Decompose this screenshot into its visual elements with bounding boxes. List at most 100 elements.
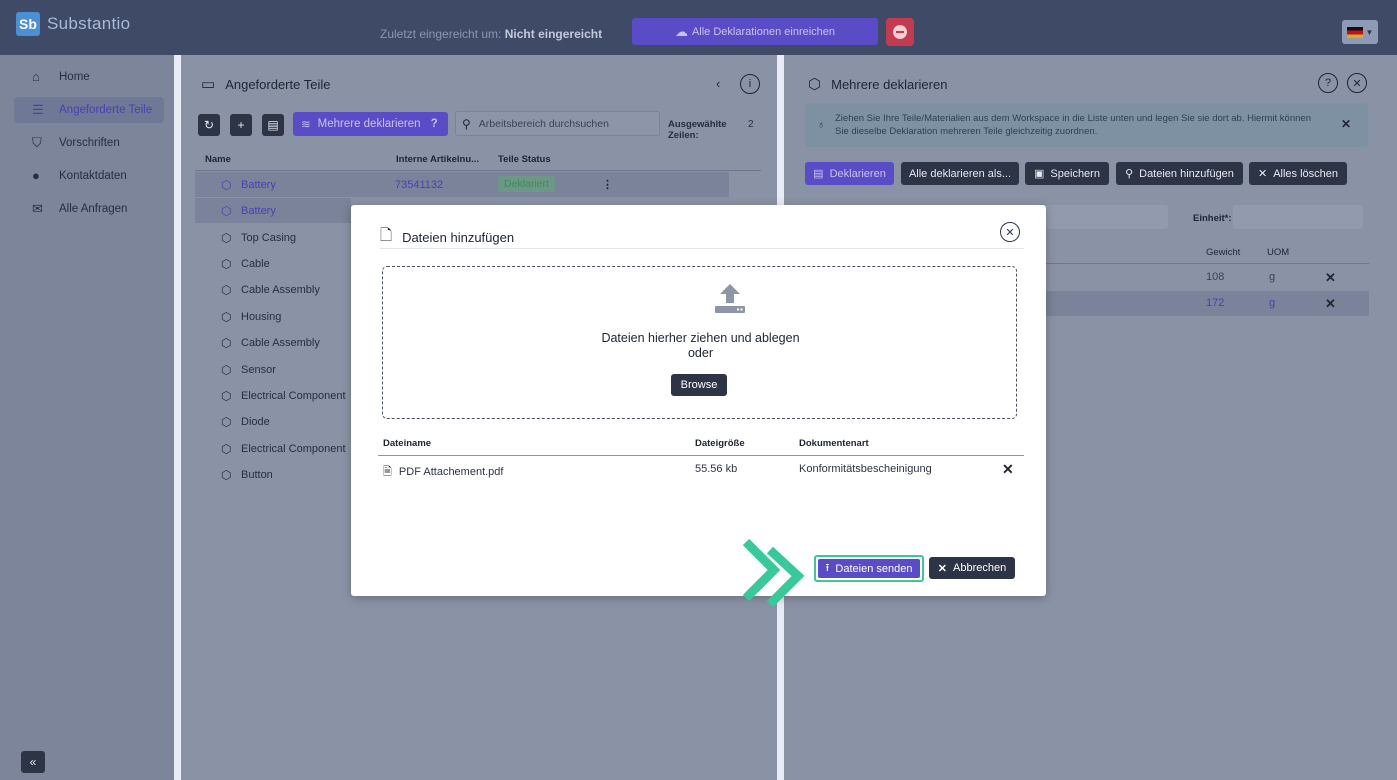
column-header-weight[interactable]: Gewicht	[1206, 247, 1240, 258]
declare-all-as-button[interactable]: Alle deklarieren als...	[901, 162, 1019, 185]
table-row[interactable]: ⬡ Sensor	[195, 357, 351, 382]
cube-icon: ⬡	[221, 467, 232, 482]
sidebar-item-requested-parts[interactable]: ☰ Angeforderte Teile	[14, 97, 164, 123]
contacts-icon: ●	[32, 168, 40, 183]
table-row[interactable]: ⬡ Diode	[195, 409, 351, 434]
add-files-button[interactable]: ⚲ Dateien hinzufügen	[1116, 162, 1243, 185]
uom-value: g	[1269, 297, 1276, 309]
declare-button[interactable]: ▤ Deklarieren	[805, 162, 894, 185]
cancel-submission-button[interactable]	[886, 18, 914, 46]
app-logo[interactable]: Sb Substantio	[16, 12, 130, 36]
cancel-button[interactable]: ✕ Abbrechen	[929, 557, 1015, 579]
help-icon[interactable]: ?	[1318, 73, 1338, 93]
document-button[interactable]: ▤	[262, 114, 284, 136]
help-icon[interactable]: ?	[431, 118, 438, 130]
close-icon[interactable]: ✕	[1341, 117, 1351, 131]
sidebar-item-regulations[interactable]: ⛉ Vorschriften	[14, 130, 164, 156]
table-row[interactable]: ⬡ Button	[195, 462, 351, 487]
part-name: Cable	[241, 257, 270, 270]
language-selector[interactable]: ▼	[1342, 20, 1378, 44]
sidebar-item-label: Kontaktdaten	[59, 170, 127, 182]
table-row[interactable]: ⬡ Electrical Component	[195, 383, 351, 408]
top-bar: Sb Substantio Zuletzt eingereicht um: Ni…	[0, 0, 1397, 55]
pdf-file-icon: 🗎	[383, 466, 392, 478]
paperclip-icon: ⚲	[1125, 168, 1134, 180]
browse-button[interactable]: Browse	[671, 374, 727, 396]
drop-or-text: oder	[687, 346, 714, 360]
file-size: 55.56 kb	[695, 463, 738, 475]
cube-icon: ⬡	[221, 203, 232, 218]
collapse-panel-icon[interactable]: ‹	[716, 76, 720, 91]
dialog-close-button[interactable]: ✕	[1000, 222, 1020, 242]
cube-icon: ⬡	[221, 282, 232, 297]
document-type-select[interactable]: Konformitätsbescheinigung	[799, 463, 932, 475]
table-row[interactable]: 172 g ✕	[1044, 291, 1369, 316]
info-icon[interactable]: i	[740, 74, 760, 94]
clear-all-button[interactable]: ✕ Alles löschen	[1249, 162, 1347, 185]
clear-all-label: Alles löschen	[1273, 167, 1339, 180]
remove-file-icon[interactable]: ✕	[1002, 461, 1014, 478]
save-icon: ▣	[1034, 168, 1045, 180]
table-row[interactable]: ⬡ Battery 73541132 Deklariert ⋮	[195, 172, 729, 197]
remove-row-icon[interactable]: ✕	[1325, 296, 1336, 312]
status-badge: Deklariert	[498, 176, 555, 192]
column-header-name[interactable]: Name	[205, 154, 231, 165]
close-icon[interactable]: ✕	[1347, 73, 1367, 93]
cube-icon: ⬡	[221, 230, 232, 245]
collapse-sidebar-button[interactable]: «	[21, 751, 45, 773]
cube-icon: ⬡	[221, 256, 232, 271]
search-placeholder: Arbeitsbereich durchsuchen	[478, 117, 609, 130]
table-row[interactable]: 108 g ✕	[1044, 265, 1369, 290]
workspace-search-input[interactable]: ⚲ Arbeitsbereich durchsuchen	[455, 111, 660, 136]
app-name: Substantio	[47, 14, 131, 33]
submit-all-label: Alle Deklarationen einreichen	[691, 25, 836, 38]
file-drop-zone[interactable]: Dateien hierher ziehen und ablegen oder …	[382, 266, 1017, 419]
flag-germany-icon	[1346, 26, 1363, 38]
more-options-icon[interactable]: ⋮	[602, 178, 613, 191]
declaration-input[interactable]	[1044, 205, 1168, 229]
search-icon: ⚲	[462, 116, 471, 131]
drop-instructions: Dateien hierher ziehen und ablegen	[601, 331, 800, 345]
multi-declare-title: ⬡ Mehrere deklarieren	[808, 75, 947, 93]
table-row[interactable]: ⬡ Cable Assembly	[195, 277, 351, 302]
chevron-down-icon: ▼	[1365, 27, 1374, 37]
sidebar-item-contacts[interactable]: ● Kontaktdaten	[14, 163, 164, 189]
table-row[interactable]: ⬡ Top Casing	[195, 225, 351, 250]
column-header-doctype: Dokumentenart	[799, 438, 869, 449]
upload-icon	[715, 284, 745, 313]
table-row[interactable]: ⬡ Battery	[195, 198, 351, 223]
remove-row-icon[interactable]: ✕	[1325, 270, 1336, 286]
add-part-button[interactable]: +	[230, 114, 252, 136]
close-icon: ✕	[1257, 168, 1268, 180]
column-header-filesize: Dateigröße	[695, 438, 745, 449]
submit-all-declarations-button[interactable]: ☁ Alle Deklarationen einreichen	[632, 18, 878, 45]
sidebar-item-all-requests[interactable]: ✉ Alle Anfragen	[14, 196, 164, 222]
home-icon: ⌂	[32, 69, 40, 84]
column-header-status[interactable]: Teile Status	[498, 154, 551, 165]
part-name: Battery	[241, 204, 276, 217]
table-row[interactable]: ⬡ Electrical Component	[195, 436, 351, 461]
mail-icon: ✉	[32, 201, 43, 216]
multi-declare-button[interactable]: ≋ Mehrere deklarieren ?	[293, 112, 448, 136]
lightbulb-icon: ♁	[817, 119, 826, 131]
table-row[interactable]: ⬡ Housing	[195, 304, 351, 329]
column-header-uom[interactable]: UOM	[1267, 247, 1289, 258]
dialog-title: 🗋 Dateien hinzufügen	[380, 225, 514, 250]
part-name: Electrical Component	[241, 442, 346, 455]
sidebar-item-home[interactable]: ⌂ Home	[14, 64, 164, 90]
document-icon: ▤	[267, 118, 279, 132]
unit-input[interactable]	[1233, 205, 1363, 229]
refresh-button[interactable]: ↻	[198, 114, 220, 136]
column-header-article[interactable]: Interne Artikelnu...	[396, 154, 479, 165]
table-row[interactable]: ⬡ Cable Assembly	[195, 330, 351, 355]
minus-circle-icon	[893, 25, 907, 39]
table-row[interactable]: ⬡ Cable	[195, 251, 351, 276]
weight-value: 172	[1206, 297, 1225, 309]
save-label: Speichern	[1050, 167, 1100, 180]
send-files-button[interactable]: ⭱ Dateien senden	[814, 555, 924, 582]
sidebar-item-label: Alle Anfragen	[59, 203, 128, 215]
send-files-button-inner: ⭱ Dateien senden	[818, 559, 920, 578]
cube-icon: ⬡	[221, 309, 232, 324]
cube-icon: ⬡	[221, 335, 232, 350]
save-button[interactable]: ▣ Speichern	[1025, 162, 1109, 185]
